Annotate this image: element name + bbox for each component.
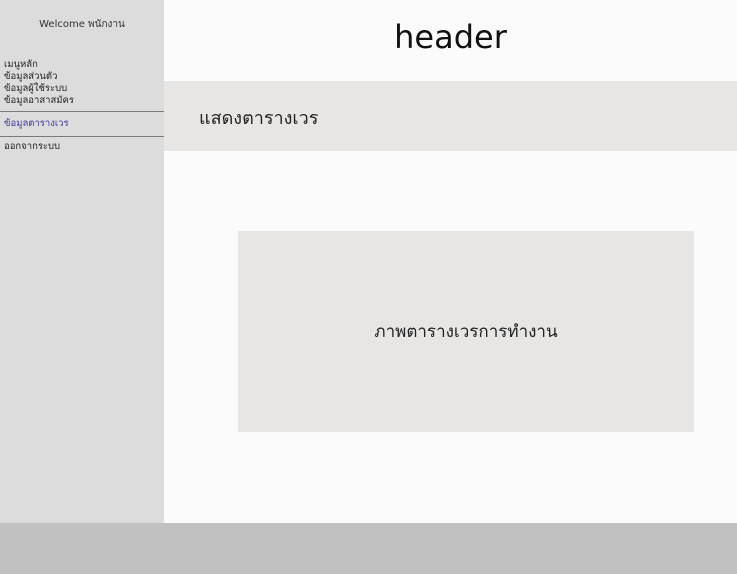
sidebar-item-profile[interactable]: ข้อมูลส่วนตัว (0, 71, 164, 83)
sidebar-menu: เมนูหลัก ข้อมูลส่วนตัว ข้อมูลผู้ใช้ระบบ … (0, 59, 164, 153)
app-window: Welcome พนักงาน เมนูหลัก ข้อมูลส่วนตัว ข… (0, 0, 737, 574)
schedule-image-placeholder: ภาพตารางเวรการทำงาน (238, 231, 694, 432)
header: header (164, 0, 737, 81)
sidebar-item-volunteers[interactable]: ข้อมูลอาสาสมัคร (0, 95, 164, 107)
schedule-image-label: ภาพตารางเวรการทำงาน (374, 322, 558, 342)
sidebar: Welcome พนักงาน เมนูหลัก ข้อมูลส่วนตัว ข… (0, 0, 164, 523)
header-title: header (394, 18, 507, 56)
main-content: header แสดงตารางเวร ภาพตารางเวรการทำงาน (164, 0, 737, 523)
sidebar-item-logout[interactable]: ออกจากระบบ (0, 141, 164, 153)
sidebar-item-schedule[interactable]: ข้อมูลตารางเวร (0, 111, 164, 137)
welcome-message: Welcome พนักงาน (39, 19, 125, 30)
footer (0, 523, 737, 574)
sidebar-item-users[interactable]: ข้อมูลผู้ใช้ระบบ (0, 83, 164, 95)
sidebar-item-home[interactable]: เมนูหลัก (0, 59, 164, 71)
page-title: แสดงตารางเวร (199, 108, 319, 129)
page-title-bar: แสดงตารางเวร (164, 81, 737, 151)
